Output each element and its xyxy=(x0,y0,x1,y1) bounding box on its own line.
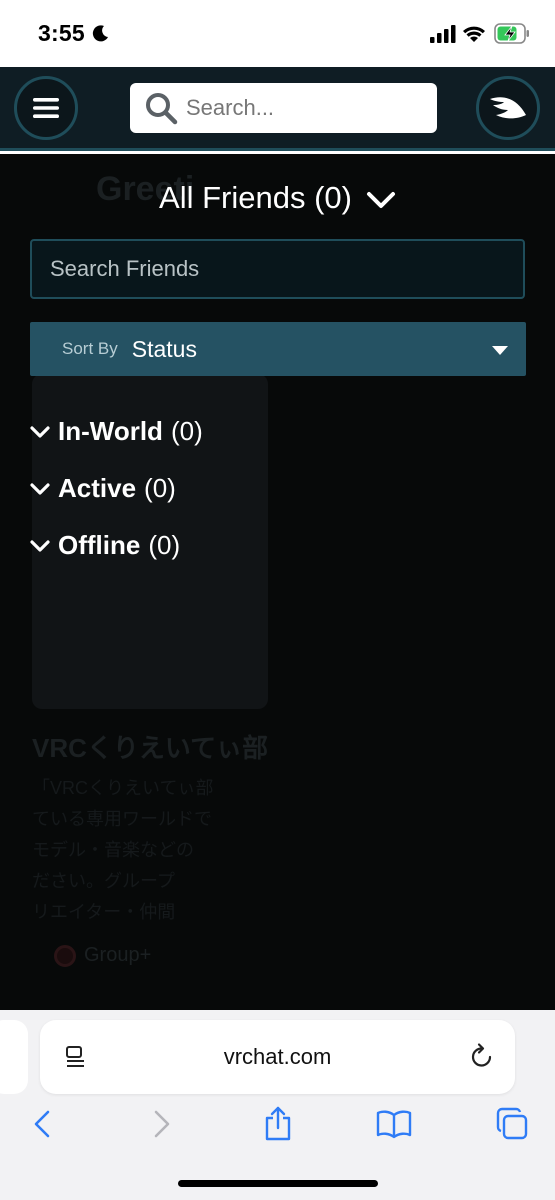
book-icon xyxy=(376,1110,412,1139)
sort-by-label: Sort By xyxy=(62,339,118,358)
user-avatar-button[interactable] xyxy=(476,76,540,140)
wing-logo-icon xyxy=(490,97,526,119)
friend-search-input[interactable] xyxy=(50,256,505,282)
group-count: (0) xyxy=(144,473,176,503)
group-offline[interactable]: Offline (0) xyxy=(30,530,180,561)
chevron-down-icon xyxy=(30,539,50,552)
chevron-right-icon xyxy=(154,1110,170,1138)
site-search-box[interactable] xyxy=(130,83,437,133)
tabs-icon xyxy=(496,1107,528,1140)
background-option: Group+ xyxy=(54,944,151,967)
previous-tab-preview[interactable] xyxy=(0,1020,28,1094)
cellular-signal-icon xyxy=(430,25,456,43)
sort-by-select[interactable]: Sort By Status xyxy=(30,322,526,376)
background-text-line: 「VRCくりえいてぃ部 xyxy=(32,778,214,798)
group-name: Offline xyxy=(58,530,141,560)
friend-search-box[interactable] xyxy=(30,239,525,299)
friends-filter-dropdown[interactable]: All Friends (0) xyxy=(0,180,555,216)
background-text-line: モデル・音楽などの xyxy=(32,840,194,860)
status-time: 3:55 xyxy=(38,20,85,46)
background-heading: VRCくりえいてぃ部 xyxy=(32,733,269,763)
chevron-down-icon xyxy=(366,192,395,208)
wifi-icon xyxy=(463,26,485,42)
background-text-line: リエイター・仲間 xyxy=(32,902,176,922)
site-header xyxy=(0,67,555,151)
chevron-left-icon xyxy=(34,1110,50,1138)
group-name: In-World xyxy=(58,416,163,446)
search-icon xyxy=(146,93,178,125)
group-count: (0) xyxy=(170,416,203,446)
background-text-line: ている専用ワールドで xyxy=(32,809,212,829)
radio-icon xyxy=(54,944,76,967)
bookmarks-button[interactable] xyxy=(374,1104,414,1144)
page-menu-icon[interactable] xyxy=(64,1045,88,1069)
background-text-line: ださい。グループ xyxy=(32,871,175,891)
sort-by-value: Status xyxy=(131,335,197,362)
url-text: vrchat.com xyxy=(223,1044,332,1069)
group-active[interactable]: Active (0) xyxy=(30,473,176,504)
background-option-label: Group+ xyxy=(84,944,152,966)
back-button[interactable] xyxy=(22,1104,62,1144)
share-button[interactable] xyxy=(258,1104,298,1144)
group-name: Active xyxy=(58,473,137,503)
tabs-button[interactable] xyxy=(492,1104,532,1144)
caret-down-icon xyxy=(492,346,508,355)
ios-status-bar: 3:55 xyxy=(0,0,555,67)
chevron-down-icon xyxy=(30,425,50,438)
battery-charging-icon xyxy=(494,23,529,44)
address-bar[interactable]: vrchat.com xyxy=(40,1020,515,1094)
share-icon xyxy=(265,1106,291,1141)
reload-icon[interactable] xyxy=(469,1042,495,1070)
friends-title: All Friends (0) xyxy=(159,180,352,215)
group-in-world[interactable]: In-World (0) xyxy=(30,416,203,447)
home-indicator xyxy=(178,1180,378,1187)
do-not-disturb-moon-icon xyxy=(92,25,108,42)
forward-button[interactable] xyxy=(142,1104,182,1144)
friends-panel: Greeti VRCくりえいてぃ部 「VRCくりえいてぃ部 ている専用ワールドで… xyxy=(0,154,555,1010)
group-count: (0) xyxy=(148,530,181,560)
menu-button[interactable] xyxy=(14,76,78,140)
site-search-input[interactable] xyxy=(186,95,426,121)
chevron-down-icon xyxy=(30,482,50,495)
hamburger-menu-icon xyxy=(33,98,59,118)
browser-toolbar: vrchat.com xyxy=(0,1010,555,1200)
